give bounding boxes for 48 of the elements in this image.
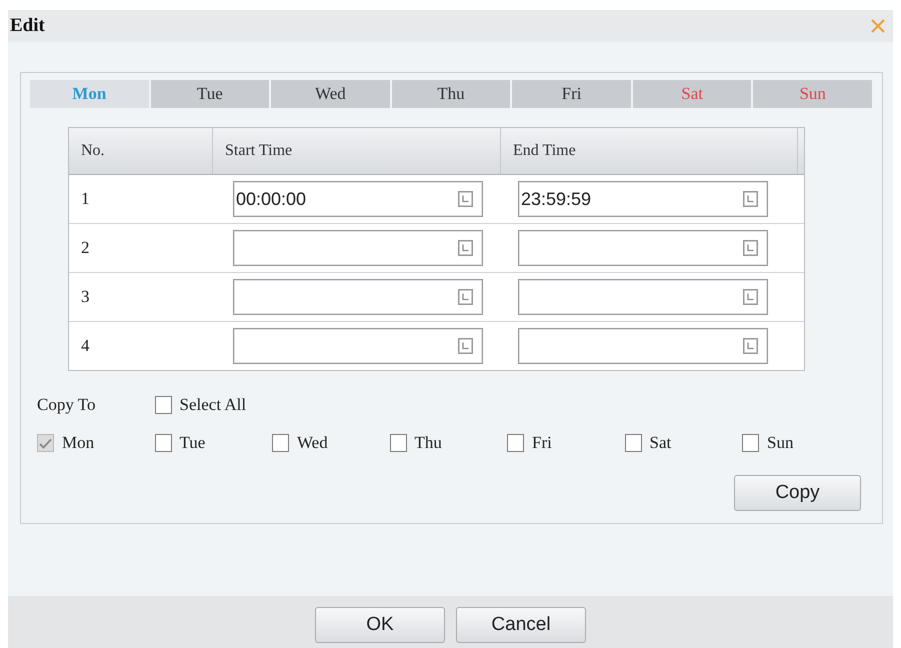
checkbox-item[interactable]: Fri bbox=[507, 433, 552, 453]
close-icon[interactable] bbox=[871, 19, 885, 33]
time-picker-icon[interactable] bbox=[743, 289, 758, 305]
end-time-field[interactable] bbox=[518, 230, 768, 266]
checkbox-item[interactable]: Thu bbox=[390, 433, 442, 453]
time-picker-icon[interactable] bbox=[743, 191, 758, 207]
time-picker-icon[interactable] bbox=[458, 289, 473, 305]
copy-button[interactable]: Copy bbox=[734, 475, 861, 511]
checkbox[interactable] bbox=[390, 434, 406, 452]
checkbox[interactable] bbox=[154, 434, 172, 452]
time-picker-icon[interactable] bbox=[458, 191, 473, 207]
checkbox-item[interactable]: Select All bbox=[154, 395, 246, 415]
row-number: 3 bbox=[81, 287, 90, 307]
checkbox-item[interactable]: Wed bbox=[272, 433, 328, 453]
checkbox[interactable] bbox=[507, 434, 524, 452]
column-header: Start Time bbox=[213, 128, 501, 174]
checkmark-icon bbox=[39, 438, 52, 448]
checkbox-item[interactable]: Sat bbox=[624, 433, 672, 453]
checkbox[interactable] bbox=[742, 434, 759, 452]
checkbox[interactable] bbox=[272, 434, 289, 452]
day-tab[interactable]: Wed bbox=[271, 80, 390, 108]
column-header: No. bbox=[69, 128, 213, 174]
row-number: 2 bbox=[81, 238, 90, 258]
end-time-field[interactable] bbox=[518, 328, 768, 364]
row-number: 4 bbox=[81, 336, 90, 356]
time-picker-icon[interactable] bbox=[743, 240, 758, 256]
row-number: 1 bbox=[81, 189, 90, 209]
checkbox[interactable] bbox=[154, 396, 172, 414]
day-tab[interactable]: Fri bbox=[512, 80, 631, 108]
time-picker-icon[interactable] bbox=[458, 240, 473, 256]
start-time-field[interactable]: 00:00:00 bbox=[233, 181, 483, 217]
day-tab[interactable]: Thu bbox=[392, 80, 510, 108]
day-tab[interactable]: Tue bbox=[150, 80, 270, 108]
start-time-field[interactable] bbox=[233, 230, 483, 266]
time-picker-icon[interactable] bbox=[458, 338, 473, 354]
checkbox[interactable] bbox=[624, 434, 642, 452]
column-header: End Time bbox=[501, 128, 798, 174]
dialog-button[interactable]: OK bbox=[315, 607, 445, 643]
copy-to-label: Copy To bbox=[37, 395, 96, 415]
checkbox-item[interactable]: Tue bbox=[154, 433, 206, 453]
dialog-button[interactable]: Cancel bbox=[456, 607, 586, 643]
end-time-field[interactable]: 23:59:59 bbox=[518, 181, 768, 217]
checkbox-item[interactable]: Sun bbox=[742, 433, 794, 453]
time-picker-icon[interactable] bbox=[743, 338, 758, 354]
start-time-field[interactable] bbox=[233, 328, 483, 364]
end-time-field[interactable] bbox=[518, 279, 768, 315]
window-title: Edit bbox=[10, 15, 45, 37]
start-time-field[interactable] bbox=[233, 279, 483, 315]
